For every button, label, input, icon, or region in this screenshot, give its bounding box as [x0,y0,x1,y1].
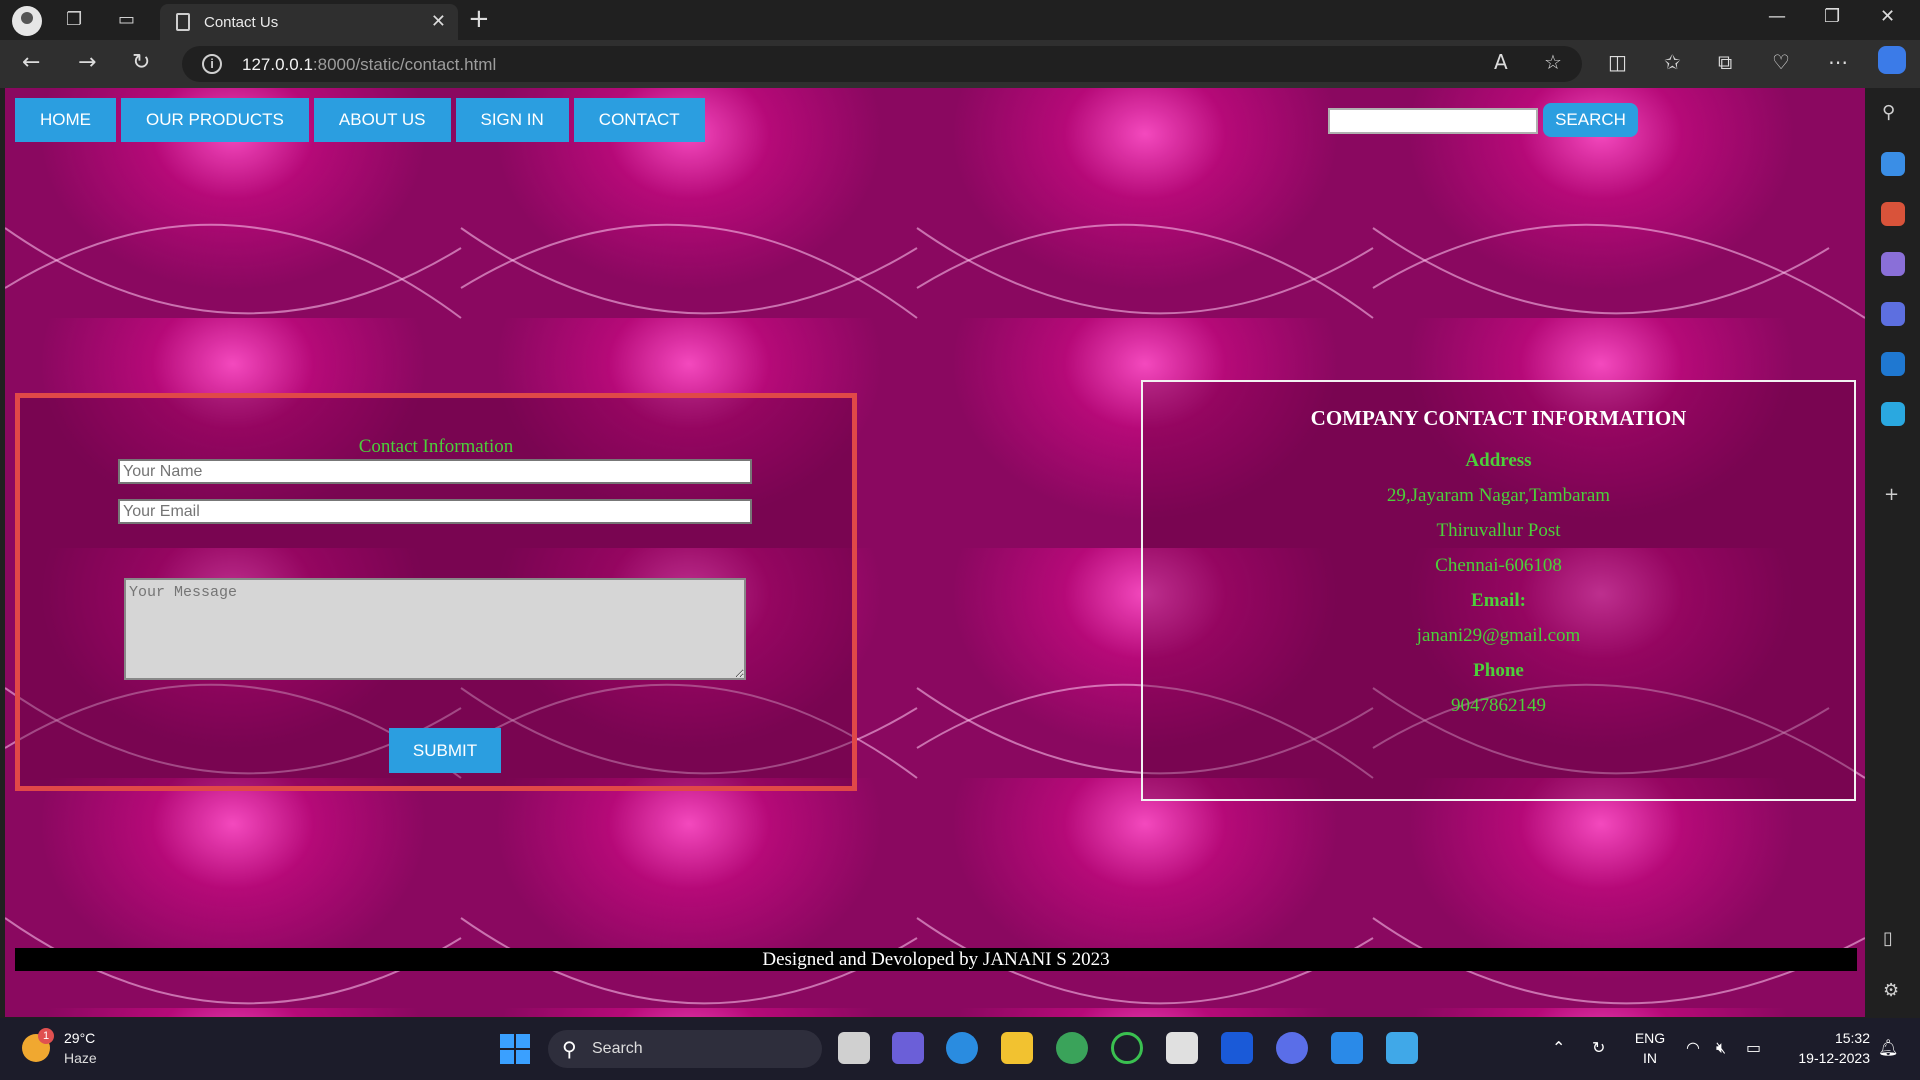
task-view-icon[interactable] [838,1032,870,1064]
meet-icon[interactable] [892,1032,924,1064]
games-icon[interactable] [1881,252,1905,276]
browser-tab[interactable]: Contact Us ✕ [160,4,458,40]
add-sidebar-icon[interactable]: + [1884,484,1899,505]
wifi-icon[interactable]: ◠ [1686,1038,1700,1057]
profile-icon[interactable] [12,6,42,36]
company-phone: 9047862149 [1451,695,1546,716]
page-viewport: HOME OUR PRODUCTS ABOUT US SIGN IN CONTA… [5,88,1865,1017]
name-field[interactable] [118,459,752,484]
site-navbar: HOME OUR PRODUCTS ABOUT US SIGN IN CONTA… [15,98,705,142]
settings-gear-icon[interactable]: ⚙ [1883,980,1899,1001]
language-line1[interactable]: ENG [1630,1030,1670,1046]
url-text: 127.0.0.1:8000/static/contact.html [242,55,497,74]
nav-about-us[interactable]: ABOUT US [313,98,451,142]
nav-our-products[interactable]: OUR PRODUCTS [121,98,309,142]
arc-app-icon[interactable] [1276,1032,1308,1064]
edge-sidebar: ⚲ + ▯ ⚙ [1866,88,1920,1018]
l-app-icon[interactable] [1221,1032,1253,1064]
minimize-icon[interactable]: — [1768,6,1786,27]
taskbar-search[interactable]: ⚲ Search [548,1030,822,1068]
language-line2[interactable]: IN [1630,1050,1670,1066]
company-contact-info: COMPANY CONTACT INFORMATION Address 29,J… [1141,380,1856,801]
phone-heading: Phone [1473,660,1524,681]
outlook-icon[interactable] [1881,352,1905,376]
weather-temperature[interactable]: 29°C [64,1030,95,1046]
page-icon [176,13,190,31]
site-footer: Designed and Devoloped by JANANI S 2023 [15,948,1857,971]
taskbar-search-label: Search [592,1040,643,1057]
address-line-1: 29,Jayaram Nagar,Tambaram [1386,485,1611,506]
more-menu-icon[interactable]: ⋯ [1828,50,1848,74]
clock-date[interactable]: 19-12-2023 [1780,1050,1870,1066]
hide-sidebar-icon[interactable]: ▯ [1883,928,1893,949]
site-info-icon[interactable]: i [202,54,222,74]
message-field[interactable] [124,578,746,680]
url-field[interactable]: i 127.0.0.1:8000/static/contact.html [182,46,1582,82]
restore-icon[interactable]: ❐ [1824,6,1840,27]
volume-muted-icon[interactable]: 🔇︎ [1716,1038,1726,1058]
address-line-3: Chennai-606108 [1435,555,1562,576]
store-icon[interactable] [1166,1032,1198,1064]
sidebar-search-icon[interactable]: ⚲ [1882,102,1895,123]
battery-icon[interactable]: ▭ [1746,1038,1761,1057]
nav-sign-in[interactable]: SIGN IN [455,98,569,142]
notepad-icon[interactable] [1386,1032,1418,1064]
edge-icon[interactable] [946,1032,978,1064]
nav-home[interactable]: HOME [15,98,116,142]
email-field[interactable] [118,499,752,524]
address-bar-row: ← → ↻ i 127.0.0.1:8000/static/contact.ht… [0,40,1920,88]
vscode-icon[interactable] [1331,1032,1363,1064]
sync-icon[interactable]: ↻ [1592,1038,1605,1057]
browser-tab-bar: ❐ ▭ Contact Us ✕ + — ❐ ✕ [0,0,1920,40]
close-window-icon[interactable]: ✕ [1880,6,1895,27]
tab-title: Contact Us [204,14,279,31]
email-heading: Email: [1471,590,1526,611]
favorite-star-icon[interactable]: ☆ [1544,50,1562,74]
read-aloud-icon[interactable]: A [1494,50,1508,74]
new-tab-icon[interactable]: + [468,4,490,34]
drop-icon[interactable] [1881,402,1905,426]
back-icon[interactable]: ← [22,50,40,75]
collections-icon[interactable]: ⧉ [1718,50,1732,74]
show-hidden-icons[interactable]: ⌃ [1552,1038,1565,1057]
address-line-2: Thiruvallur Post [1436,520,1561,541]
chrome-icon[interactable] [1056,1032,1088,1064]
shopping-icon[interactable] [1881,152,1905,176]
favorites-icon[interactable]: ✩ [1664,50,1681,74]
site-search-input[interactable] [1328,108,1538,134]
weather-badge: 1 [38,1028,54,1044]
copilot-icon[interactable] [1878,46,1906,74]
address-heading: Address [1465,450,1532,471]
search-icon: ⚲ [562,1037,577,1061]
windows-taskbar: 1 29°C Haze ⚲ Search ⌃ ↻ ENG IN ◠ 🔇︎ ▭ 1… [0,1018,1920,1080]
close-tab-icon[interactable]: ✕ [431,11,446,32]
clock-time[interactable]: 15:32 [1780,1030,1870,1046]
contact-form-title: Contact Information [358,436,514,457]
split-screen-icon[interactable]: ◫ [1608,50,1627,74]
company-email: janani29@gmail.com [1416,625,1581,646]
weather-condition[interactable]: Haze [64,1050,97,1066]
refresh-icon[interactable]: ↻ [132,50,150,75]
site-search-button[interactable]: SEARCH [1543,103,1638,137]
workspaces-icon[interactable]: ❐ [66,9,82,30]
contact-form: Contact Information SUBMIT [15,393,857,791]
start-icon[interactable] [500,1034,530,1064]
file-explorer-icon[interactable] [1001,1032,1033,1064]
tab-actions-icon[interactable]: ▭ [118,9,135,30]
forward-icon[interactable]: → [78,50,96,75]
submit-button[interactable]: SUBMIT [389,728,501,773]
health-icon[interactable]: ♡ [1772,50,1790,74]
tools-icon[interactable] [1881,202,1905,226]
nav-contact[interactable]: CONTACT [573,98,705,142]
company-info-title: COMPANY CONTACT INFORMATION [1310,406,1687,430]
notification-bell-icon[interactable]: 🔔︎ [1878,1038,1898,1057]
microsoft365-icon[interactable] [1881,302,1905,326]
circular-app-icon[interactable] [1111,1032,1143,1064]
